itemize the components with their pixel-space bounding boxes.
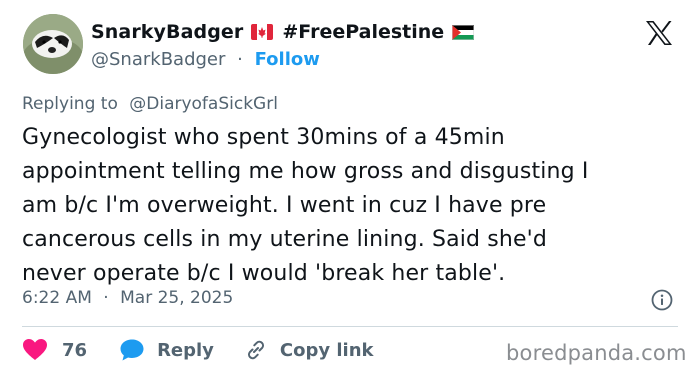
badger-avatar-icon xyxy=(23,14,83,74)
x-logo-icon[interactable] xyxy=(645,20,673,46)
reply-label: Reply xyxy=(157,339,214,361)
replying-to-handle[interactable]: @DiaryofaSickGrl xyxy=(129,94,278,114)
copy-link-button[interactable]: Copy link xyxy=(244,338,374,362)
palestine-flag-icon xyxy=(452,24,475,40)
tweet-date[interactable]: Mar 25, 2025 xyxy=(120,288,233,308)
tweet-line: Gynecologist who spent 30mins of a 45min xyxy=(22,125,505,150)
tweet-line: cancerous cells in my uterine lining. Sa… xyxy=(22,227,547,252)
author-name-row[interactable]: SnarkyBadger #FreePalestine xyxy=(91,21,475,43)
like-button[interactable]: 76 xyxy=(22,338,87,362)
tweet-text: Gynecologist who spent 30mins of a 45min… xyxy=(22,121,682,291)
timestamp-separator: · xyxy=(103,288,109,308)
copy-link-label: Copy link xyxy=(279,339,374,361)
hashtag[interactable]: #FreePalestine xyxy=(282,21,444,43)
tweet-line: appointment telling me how gross and dis… xyxy=(22,159,589,184)
display-name[interactable]: SnarkyBadger xyxy=(91,21,243,43)
divider xyxy=(22,326,678,327)
info-icon[interactable] xyxy=(651,289,673,311)
reply-bubble-icon xyxy=(120,339,144,361)
follow-button[interactable]: Follow xyxy=(255,49,320,70)
canada-flag-icon xyxy=(251,24,274,40)
tweet-card: SnarkyBadger #FreePalestine @SnarkBadger… xyxy=(0,0,700,379)
watermark: boredpanda.com xyxy=(506,341,687,365)
replying-to-prefix: Replying to xyxy=(22,94,118,114)
timestamp[interactable]: 6:22 AM · Mar 25, 2025 xyxy=(22,288,233,308)
tweet-line: never operate b/c I would 'break her tab… xyxy=(22,261,506,286)
like-count: 76 xyxy=(62,339,88,361)
handle[interactable]: @SnarkBadger xyxy=(91,49,225,70)
handle-separator: · xyxy=(237,49,243,70)
link-icon xyxy=(247,340,264,360)
action-bar: 76 Reply Copy link xyxy=(22,338,374,362)
replying-to: Replying to @DiaryofaSickGrl xyxy=(22,94,278,114)
reply-button[interactable]: Reply xyxy=(119,338,214,362)
tweet-time[interactable]: 6:22 AM xyxy=(22,288,92,308)
heart-icon xyxy=(23,339,47,360)
handle-row: @SnarkBadger · Follow xyxy=(91,49,320,70)
tweet-line: am b/c I'm overweight. I went in cuz I h… xyxy=(22,193,547,218)
avatar[interactable] xyxy=(23,14,83,74)
